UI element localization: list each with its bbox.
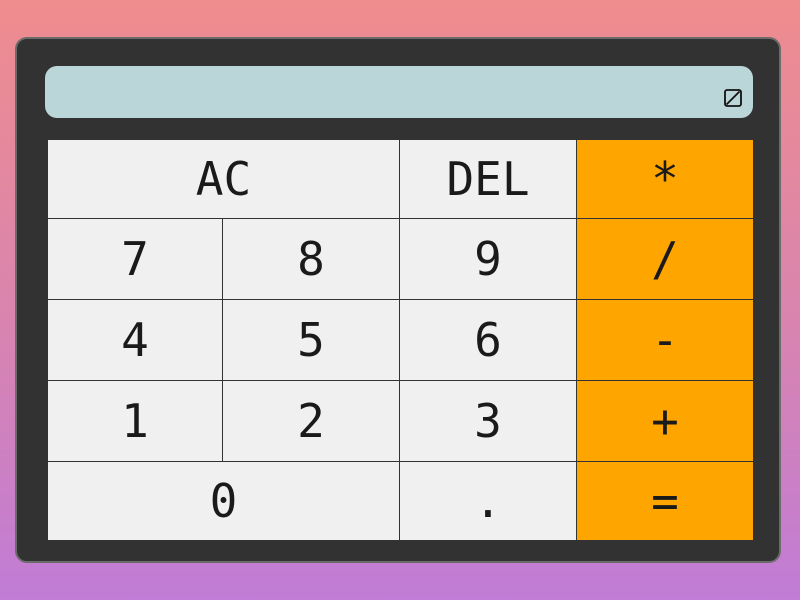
- clear-display-icon[interactable]: [723, 82, 743, 107]
- multiply-button[interactable]: *: [577, 140, 753, 218]
- digit-7-button[interactable]: 7: [48, 219, 222, 299]
- digit-5-button[interactable]: 5: [223, 300, 399, 380]
- digit-1-button[interactable]: 1: [48, 381, 222, 461]
- equals-button[interactable]: =: [577, 462, 753, 540]
- digit-9-button[interactable]: 9: [400, 219, 576, 299]
- digit-8-button[interactable]: 8: [223, 219, 399, 299]
- digit-4-button[interactable]: 4: [48, 300, 222, 380]
- digit-0-button[interactable]: 0: [48, 462, 399, 540]
- calculator: AC DEL * 7 8 9 / 4 5 6 - 1 2 3 + 0 . =: [15, 37, 781, 563]
- divide-button[interactable]: /: [577, 219, 753, 299]
- add-button[interactable]: +: [577, 381, 753, 461]
- digit-2-button[interactable]: 2: [223, 381, 399, 461]
- display-screen: [45, 66, 753, 118]
- subtract-button[interactable]: -: [577, 300, 753, 380]
- digit-3-button[interactable]: 3: [400, 381, 576, 461]
- delete-button[interactable]: DEL: [400, 140, 576, 218]
- digit-6-button[interactable]: 6: [400, 300, 576, 380]
- decimal-button[interactable]: .: [400, 462, 576, 540]
- clear-all-button[interactable]: AC: [48, 140, 399, 218]
- keypad: AC DEL * 7 8 9 / 4 5 6 - 1 2 3 + 0 . =: [48, 140, 753, 542]
